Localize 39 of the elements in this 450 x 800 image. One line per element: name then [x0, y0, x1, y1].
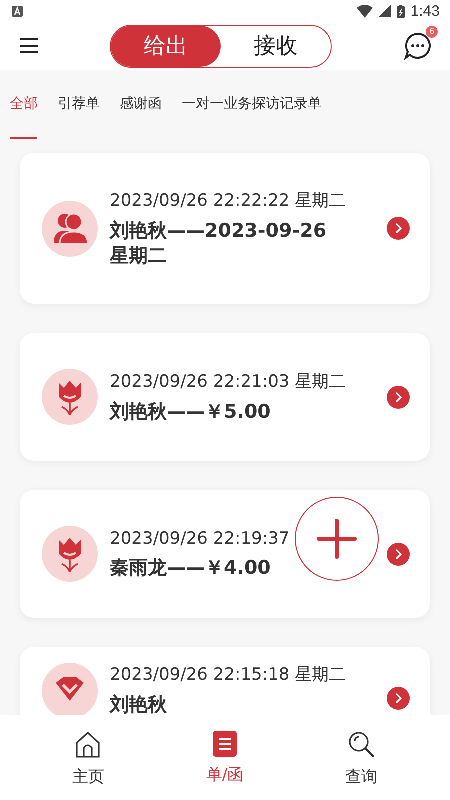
segment-tab[interactable]: 给出 — [111, 26, 221, 66]
tulip-icon — [42, 369, 98, 426]
record-card[interactable]: 2023/09/26 22:22:22 星期二 刘艳秋——2023-09-26 星期二 — [20, 153, 430, 304]
plus-icon — [317, 519, 357, 559]
record-date: 2023/09/26 22:15:18 星期二 — [110, 664, 346, 686]
signal-icon — [378, 5, 391, 17]
list-icon — [212, 731, 237, 757]
category-tab[interactable]: 感谢函 — [120, 70, 162, 139]
record-title: 刘艳秋——￥5.00 — [110, 400, 272, 425]
menu-icon[interactable] — [20, 38, 38, 54]
home-icon — [75, 731, 102, 759]
notification-icon — [12, 6, 23, 16]
chevron-right-icon[interactable] — [387, 542, 410, 566]
record-title: 刘艳秋——2023-09-26 星期二 — [110, 219, 328, 268]
tulip-icon — [42, 526, 98, 582]
people-icon — [42, 200, 98, 257]
clock-time: 1:43 — [410, 2, 440, 20]
record-title: 秦雨龙——￥4.00 — [110, 556, 272, 580]
category-tab[interactable]: 一对一业务探访记录单 — [182, 70, 322, 139]
diamond-icon — [42, 663, 98, 715]
nav-tab[interactable]: 查询 — [316, 715, 407, 800]
notification-badge: 6 — [426, 26, 438, 38]
record-card[interactable]: 2023/09/26 22:15:18 星期二 刘艳秋 — [20, 647, 430, 715]
record-date: 2023/09/26 22:19:37 — [110, 528, 290, 549]
chevron-right-icon[interactable] — [387, 386, 410, 409]
battery-icon — [396, 4, 405, 18]
chat-icon[interactable] — [404, 32, 432, 60]
record-title: 刘艳秋 — [110, 693, 168, 715]
wifi-icon — [356, 4, 373, 18]
record-card[interactable]: 2023/09/26 22:19:37 秦雨龙——￥4.00 — [20, 490, 430, 618]
category-tab[interactable]: 引荐单 — [58, 70, 100, 139]
category-tab[interactable]: 全部 — [10, 70, 38, 139]
nav-tab[interactable]: 主页 — [43, 715, 134, 800]
search-icon — [348, 731, 376, 759]
nav-tab[interactable]: 单/函 — [180, 715, 270, 800]
record-date: 2023/09/26 22:21:03 星期二 — [110, 371, 346, 394]
chevron-right-icon[interactable] — [387, 217, 410, 240]
record-card[interactable]: 2023/09/26 22:21:03 星期二 刘艳秋——￥5.00 — [20, 333, 430, 462]
record-date: 2023/09/26 22:22:22 星期二 — [110, 190, 346, 212]
